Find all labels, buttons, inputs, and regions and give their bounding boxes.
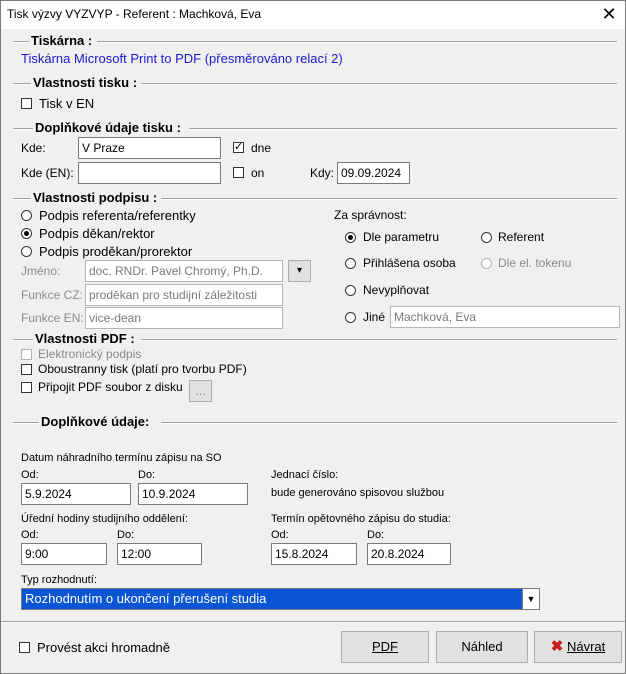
typ-label: Typ rozhodnutí: — [21, 574, 97, 586]
extra-print-heading: Doplňkové údaje tisku : — [35, 120, 181, 135]
radio-podpis-referent[interactable] — [21, 210, 32, 221]
kde-en-input[interactable] — [78, 162, 221, 184]
printer-heading: Tiskárna : — [31, 33, 93, 48]
signature-heading: Vlastnosti podpisu : — [33, 190, 158, 205]
typ-rozhodnuti-value: Rozhodnutím o ukončení přerušení studia — [25, 591, 267, 606]
el-podpis-checkbox[interactable] — [21, 349, 32, 360]
browse-button[interactable]: ... — [189, 380, 212, 402]
dle-parametru-label: Dle parametru — [363, 230, 440, 244]
hodiny-od-label: Od: — [21, 529, 39, 541]
radio-prihlasena-osoba[interactable] — [345, 258, 356, 269]
tisk-en-checkbox[interactable] — [21, 98, 32, 109]
prihlasena-osoba-label: Přihlášena osoba — [363, 256, 456, 270]
pdf-button[interactable]: PDF — [341, 631, 429, 663]
radio-dle-el-tokenu[interactable] — [481, 258, 492, 269]
podpis-dekan-label: Podpis děkan/rektor — [39, 226, 155, 241]
on-label: on — [251, 166, 265, 180]
hodiny-do-input[interactable]: 12:00 — [117, 543, 202, 565]
kde-input[interactable]: V Praze — [78, 137, 221, 159]
funkce-en-input[interactable]: vice-dean — [85, 307, 283, 329]
window-title: Tisk výzvy VYZVYP - Referent : Machková,… — [7, 7, 262, 21]
podpis-referent-label: Podpis referenta/referentky — [39, 208, 196, 223]
termin-od-input[interactable]: 15.8.2024 — [271, 543, 357, 565]
referent-label: Referent — [498, 230, 545, 244]
datum-od-input[interactable]: 5.9.2024 — [21, 483, 131, 505]
radio-jine[interactable] — [345, 312, 356, 323]
termin-label: Termín opětovného zápisu do studia: — [271, 513, 451, 525]
jednaci-value: bude generováno spisovou službou — [271, 487, 445, 499]
pdf-heading: Vlastnosti PDF : — [35, 331, 135, 346]
close-x-icon: ✖ — [550, 638, 564, 655]
jine-input[interactable]: Machková, Eva — [390, 306, 620, 328]
hromadne-checkbox[interactable] — [19, 642, 30, 653]
print-props-heading: Vlastnosti tisku : — [33, 75, 138, 90]
dne-label: dne — [251, 141, 272, 155]
dne-checkbox[interactable]: ✓ — [233, 142, 244, 153]
jmeno-label: Jméno: — [21, 264, 61, 278]
radio-referent[interactable] — [481, 232, 492, 243]
navrat-button[interactable]: ✖ Návrat — [534, 631, 622, 663]
close-button[interactable]: ✕ — [597, 3, 621, 25]
dle-el-tokenu-label: Dle el. tokenu — [498, 256, 572, 270]
hromadne-label: Provést akci hromadně — [37, 640, 170, 655]
radio-podpis-prodekan[interactable] — [21, 246, 32, 257]
pripojit-label: Připojit PDF soubor z disku — [38, 380, 183, 394]
kdy-input[interactable]: 09.09.2024 — [337, 162, 410, 184]
on-checkbox[interactable] — [233, 167, 244, 178]
za-spravnost-label: Za správnost: — [334, 208, 407, 222]
kdy-label: Kdy: — [310, 166, 335, 180]
funkce-cz-input[interactable]: proděkan pro studijní záležitosti — [85, 284, 283, 306]
radio-dle-parametru[interactable] — [345, 232, 356, 243]
funkce-en-label: Funkce EN: — [21, 311, 84, 325]
oboustranny-label: Oboustranny tisk (platí pro tvorbu PDF) — [38, 362, 247, 376]
oboustranny-checkbox[interactable] — [21, 364, 32, 375]
termin-do-input[interactable]: 20.8.2024 — [367, 543, 451, 565]
dialog-window: Tisk výzvy VYZVYP - Referent : Machková,… — [0, 0, 626, 674]
navrat-button-label: Návrat — [566, 639, 606, 654]
termin-do-label: Do: — [367, 529, 385, 541]
jine-label: Jiné — [363, 310, 386, 324]
radio-podpis-dekan[interactable] — [21, 228, 32, 239]
hodiny-label: Úřední hodiny studijního oddělení: — [21, 513, 188, 525]
nevyplnovat-label: Nevyplňovat — [363, 283, 430, 297]
kde-en-label: Kde (EN): — [21, 166, 74, 180]
kde-label: Kde: — [21, 141, 46, 155]
termin-od-label: Od: — [271, 529, 289, 541]
podpis-prodekan-label: Podpis proděkan/prorektor — [39, 244, 193, 259]
nahled-button[interactable]: Náhled — [436, 631, 528, 663]
datum-do-label: Do: — [138, 469, 156, 481]
nahled-button-label: Náhled — [461, 639, 503, 654]
jmeno-input[interactable]: doc. RNDr. Pavel Chromý, Ph.D. — [85, 260, 283, 282]
pdf-button-label: PDF — [372, 639, 398, 654]
typ-rozhodnuti-select[interactable]: Rozhodnutím o ukončení přerušení studia … — [21, 588, 540, 610]
datum-do-input[interactable]: 10.9.2024 — [138, 483, 248, 505]
datum-od-label: Od: — [21, 469, 39, 481]
el-podpis-label: Elektronický podpis — [38, 347, 142, 361]
printer-name: Tiskárna Microsoft Print to PDF (přesměr… — [21, 51, 343, 66]
jmeno-picker-button[interactable]: ▾ — [288, 260, 311, 282]
chevron-down-icon[interactable]: ▼ — [522, 589, 539, 609]
jednaci-label: Jednací číslo: — [271, 469, 339, 481]
hodiny-od-input[interactable]: 9:00 — [21, 543, 107, 565]
funkce-cz-label: Funkce CZ: — [21, 288, 84, 302]
title-bar: Tisk výzvy VYZVYP - Referent : Machková,… — [1, 1, 625, 29]
radio-nevyplnovat[interactable] — [345, 285, 356, 296]
pripojit-checkbox[interactable] — [21, 382, 32, 393]
extra-heading: Doplňkové údaje: — [41, 414, 150, 429]
tisk-en-label: Tisk v EN — [39, 96, 95, 111]
hodiny-do-label: Do: — [117, 529, 135, 541]
datum-label: Datum náhradního termínu zápisu na SO — [21, 452, 222, 464]
